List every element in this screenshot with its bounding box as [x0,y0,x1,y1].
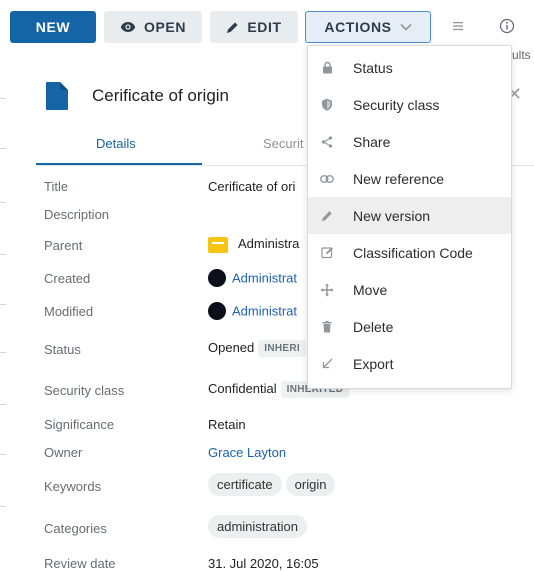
categories-value: administration [208,515,311,538]
avatar [208,269,226,287]
edge-divider [0,404,6,405]
keywords-value: certificate origin [208,473,339,496]
menu-item-label: New reference [353,170,445,187]
edit-button[interactable]: EDIT [210,11,298,43]
edit-box-icon [308,246,346,259]
keywords-label: Keywords [44,479,102,494]
significance-label: Significance [44,417,115,432]
menu-item-new-version[interactable]: New version [308,197,511,234]
menu-item-move[interactable]: Move [308,271,511,308]
status-badge: INHERI [258,340,306,358]
edge-divider [0,352,6,353]
review-date-label: Review date [44,556,116,571]
pencil-icon [226,21,239,34]
open-button-label: OPEN [143,19,187,35]
security-class-text: Confidential [208,381,277,396]
active-tab-indicator [36,163,202,165]
document-title: Cerificate of origin [92,86,230,105]
edge-divider [0,454,6,455]
menu-item-label: Share [353,133,391,150]
menu-item-classification-code[interactable]: Classification Code [308,234,511,271]
avatar [208,302,226,320]
parent-name: Administra [238,236,300,251]
edge-divider [0,148,6,149]
menu-item-export[interactable]: Export [308,345,511,382]
modified-value[interactable]: Administrat [208,302,298,321]
trash-icon [308,320,346,333]
review-date-value: 31. Jul 2020, 16:05 [208,556,319,571]
menu-item-label: New version [353,207,431,224]
actions-button-label: ACTIONS [324,19,392,35]
security-class-label: Security class [44,383,125,398]
link-icon [308,174,346,183]
new-button-label: NEW [35,19,71,35]
title-label: Title [44,179,69,194]
parent-value[interactable]: Administra [208,236,299,253]
modified-user: Administrat [232,303,298,319]
edge-divider [0,506,6,507]
info-icon[interactable] [497,16,517,36]
actions-button[interactable]: ACTIONS [305,11,431,43]
menu-item-label: Status [353,59,393,76]
categories-label: Categories [44,521,107,536]
pencil-icon [308,210,346,222]
menu-item-label: Export [353,355,394,372]
edit-button-label: EDIT [247,19,282,35]
menu-item-security-class[interactable]: Security class [308,86,511,123]
edge-divider [0,202,6,203]
parent-label: Parent [44,238,83,253]
created-value[interactable]: Administrat [208,269,298,288]
share-icon [308,135,346,148]
created-label: Created [44,271,91,286]
status-text: Opened [208,340,255,355]
menu-item-label: Delete [353,318,394,335]
edge-divider [0,304,6,305]
open-button[interactable]: OPEN [104,11,202,43]
tab-security[interactable]: Securit [263,136,303,151]
status-value: Opened INHERI [208,340,306,358]
menu-item-label: Classification Code [353,244,473,261]
folder-icon [208,236,228,253]
list-view-icon[interactable] [448,16,468,36]
menu-item-label: Security class [353,96,440,113]
created-user: Administrat [232,270,298,286]
lock-icon [308,61,346,74]
menu-item-new-reference[interactable]: New reference [308,160,511,197]
shield-icon [308,98,346,111]
menu-item-delete[interactable]: Delete [308,308,511,345]
document-icon [44,80,70,112]
actions-menu: Status Security class Share New referenc… [307,45,512,389]
eye-icon [120,21,136,33]
edge-divider [0,98,6,99]
edge-divider [0,254,6,255]
owner-link[interactable]: Grace Layton [208,445,286,460]
menu-item-label: Move [353,281,388,298]
menu-item-status[interactable]: Status [308,49,511,86]
title-value: Cerificate of ori [208,179,296,194]
new-button[interactable]: NEW [10,11,96,43]
owner-label: Owner [44,445,83,460]
category-chip: administration [208,515,307,538]
significance-value: Retain [208,417,246,432]
move-icon [308,283,346,297]
modified-label: Modified [44,304,94,319]
keyword-chip: certificate [208,473,282,496]
status-label: Status [44,342,81,357]
description-label: Description [44,207,110,222]
menu-item-share[interactable]: Share [308,123,511,160]
export-arrow-icon [308,358,346,369]
results-text-fragment: ults [512,48,531,62]
tab-details[interactable]: Details [96,136,136,151]
chevron-down-icon [400,23,412,31]
keyword-chip: origin [285,473,336,496]
